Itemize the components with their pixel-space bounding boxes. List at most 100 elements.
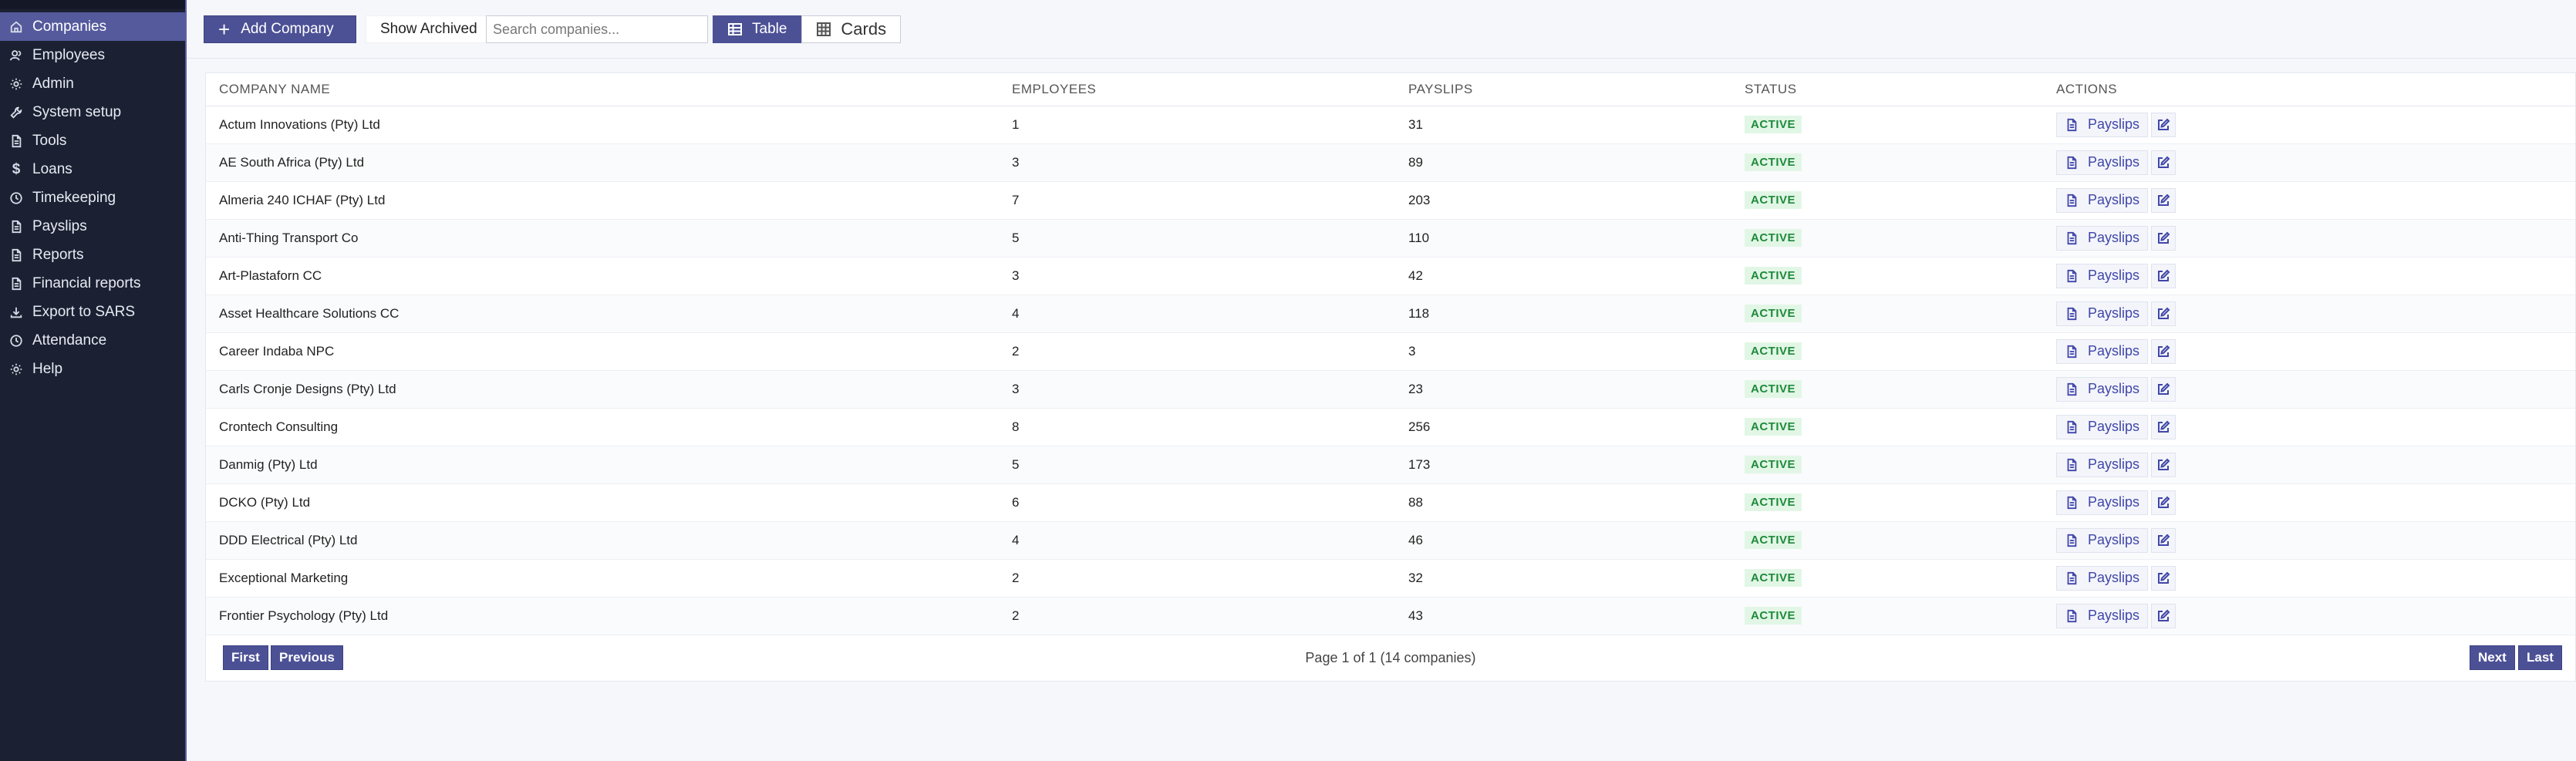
table-view-button[interactable]: Table <box>713 15 802 43</box>
payslips-button[interactable]: Payslips <box>2056 338 2149 364</box>
employees-cell: 7 <box>999 181 1395 220</box>
sidebar-item-help[interactable]: Help <box>0 355 185 383</box>
table-row[interactable]: Frontier Psychology (Pty) Ltd 2 43 ACTIVE Pa… <box>206 597 2575 635</box>
status-cell: ACTIVE <box>1731 181 2043 220</box>
table-row[interactable]: Crontech Consulting 8 256 ACTIVE Payslips <box>206 408 2575 446</box>
payslips-button[interactable]: Payslips <box>2056 301 2149 326</box>
payslips-button-label: Payslips <box>2088 154 2140 170</box>
edit-button[interactable] <box>2151 527 2176 553</box>
sidebar-item-loans[interactable]: $ Loans <box>0 155 185 184</box>
row-actions: Payslips <box>2056 112 2575 137</box>
document-icon <box>2067 571 2077 584</box>
table-row[interactable]: Career Indaba NPC 2 3 ACTIVE Payslips <box>206 332 2575 371</box>
employees-cell: 5 <box>999 446 1395 484</box>
col-header-payslips[interactable]: PAYSLIPS <box>1395 73 1731 106</box>
edit-button[interactable] <box>2151 225 2176 251</box>
status-badge: ACTIVE <box>1745 380 1802 398</box>
row-actions: Payslips <box>2056 452 2575 477</box>
edit-icon <box>2158 345 2170 357</box>
edit-button[interactable] <box>2151 452 2176 477</box>
sidebar-item-attendance[interactable]: Attendance <box>0 326 185 355</box>
edit-button[interactable] <box>2151 187 2176 213</box>
table-row[interactable]: Carls Cronje Designs (Pty) Ltd 3 23 ACTIVE P… <box>206 370 2575 409</box>
payslips-button[interactable]: Payslips <box>2056 225 2149 251</box>
company-name-cell: Actum Innovations (Pty) Ltd <box>206 106 999 144</box>
payslips-button[interactable]: Payslips <box>2056 112 2149 137</box>
sidebar-item-tools[interactable]: Tools <box>0 126 185 155</box>
payslips-button[interactable]: Payslips <box>2056 187 2149 213</box>
sidebar-item-financial-reports[interactable]: Financial reports <box>0 269 185 298</box>
table-row[interactable]: Danmig (Pty) Ltd 5 173 ACTIVE Payslips <box>206 446 2575 484</box>
company-name-cell: Anti-Thing Transport Co <box>206 219 999 258</box>
sidebar-item-employees[interactable]: Employees <box>0 41 185 69</box>
payslips-button-label: Payslips <box>2088 268 2140 283</box>
show-archived-button[interactable]: Show Archived <box>366 15 492 43</box>
cards-view-button[interactable]: Cards <box>801 15 902 43</box>
edit-icon <box>2158 609 2170 621</box>
row-actions: Payslips <box>2056 225 2575 251</box>
edit-button[interactable] <box>2151 150 2176 175</box>
payslips-cell: 118 <box>1395 295 1731 333</box>
edit-icon <box>2158 307 2170 319</box>
col-header-name[interactable]: COMPANY NAME <box>206 73 999 106</box>
toolbar: + Add Company Show Archived Table Cards <box>187 0 2576 59</box>
edit-button[interactable] <box>2151 263 2176 288</box>
status-cell: ACTIVE <box>1731 332 2043 371</box>
employees-cell: 2 <box>999 559 1395 598</box>
table-row[interactable]: Actum Innovations (Pty) Ltd 1 31 ACTIVE Pays… <box>206 106 2575 144</box>
sidebar-item-reports[interactable]: Reports <box>0 241 185 269</box>
company-name-cell: DCKO (Pty) Ltd <box>206 483 999 522</box>
row-actions: Payslips <box>2056 414 2575 439</box>
table-row[interactable]: Almeria 240 ICHAF (Pty) Ltd 7 203 ACTIVE Pay… <box>206 181 2575 220</box>
search-input[interactable] <box>486 15 708 43</box>
payslips-button[interactable]: Payslips <box>2056 490 2149 515</box>
actions-cell: Payslips <box>2043 408 2575 446</box>
sidebar-item-label: Employees <box>32 46 105 63</box>
col-header-employees[interactable]: EMPLOYEES <box>999 73 1395 106</box>
sidebar-item-system-setup[interactable]: System setup <box>0 98 185 126</box>
document-icon <box>2067 231 2077 244</box>
table-row[interactable]: Asset Healthcare Solutions CC 4 118 ACTIVE P… <box>206 295 2575 333</box>
edit-button[interactable] <box>2151 603 2176 628</box>
edit-button[interactable] <box>2151 338 2176 364</box>
sidebar-item-admin[interactable]: Admin <box>0 69 185 98</box>
edit-button[interactable] <box>2151 112 2176 137</box>
sidebar-item-payslips[interactable]: Payslips <box>0 212 185 241</box>
payslips-cell: 3 <box>1395 332 1731 371</box>
payslips-button[interactable]: Payslips <box>2056 376 2149 402</box>
actions-cell: Payslips <box>2043 597 2575 635</box>
employees-cell: 4 <box>999 521 1395 560</box>
add-company-button[interactable]: + Add Company <box>204 15 356 43</box>
payslips-button-label: Payslips <box>2088 343 2140 359</box>
edit-button[interactable] <box>2151 490 2176 515</box>
edit-icon <box>2158 420 2170 433</box>
status-badge: ACTIVE <box>1745 607 1802 625</box>
last-page-button[interactable]: Last <box>2518 645 2562 670</box>
table-row[interactable]: Art-Plastaforn CC 3 42 ACTIVE Payslips <box>206 257 2575 295</box>
table-row[interactable]: DCKO (Pty) Ltd 6 88 ACTIVE Payslips <box>206 483 2575 522</box>
payslips-button[interactable]: Payslips <box>2056 150 2149 175</box>
payslips-button[interactable]: Payslips <box>2056 414 2149 439</box>
table-row[interactable]: Anti-Thing Transport Co 5 110 ACTIVE Payslip… <box>206 219 2575 258</box>
col-header-status[interactable]: STATUS <box>1731 73 2043 106</box>
payslips-button[interactable]: Payslips <box>2056 603 2149 628</box>
sidebar-item-companies[interactable]: Companies <box>0 12 185 41</box>
edit-button[interactable] <box>2151 376 2176 402</box>
document-icon <box>9 277 23 291</box>
sidebar-item-export-to-sars[interactable]: Export to SARS <box>0 298 185 326</box>
payslips-button[interactable]: Payslips <box>2056 452 2149 477</box>
payslips-button[interactable]: Payslips <box>2056 565 2149 591</box>
payslips-button[interactable]: Payslips <box>2056 527 2149 553</box>
edit-button[interactable] <box>2151 301 2176 326</box>
payslips-button[interactable]: Payslips <box>2056 263 2149 288</box>
edit-button[interactable] <box>2151 414 2176 439</box>
edit-button[interactable] <box>2151 565 2176 591</box>
payslips-cell: 256 <box>1395 408 1731 446</box>
company-name-cell: DDD Electrical (Pty) Ltd <box>206 521 999 560</box>
sidebar-item-label: Export to SARS <box>32 303 136 320</box>
sidebar-item-timekeeping[interactable]: Timekeeping <box>0 184 185 212</box>
next-page-button[interactable]: Next <box>2470 645 2515 670</box>
table-row[interactable]: Exceptional Marketing 2 32 ACTIVE Payslips <box>206 559 2575 598</box>
table-row[interactable]: AE South Africa (Pty) Ltd 3 89 ACTIVE Paysli… <box>206 143 2575 182</box>
table-row[interactable]: DDD Electrical (Pty) Ltd 4 46 ACTIVE Payslip… <box>206 521 2575 560</box>
